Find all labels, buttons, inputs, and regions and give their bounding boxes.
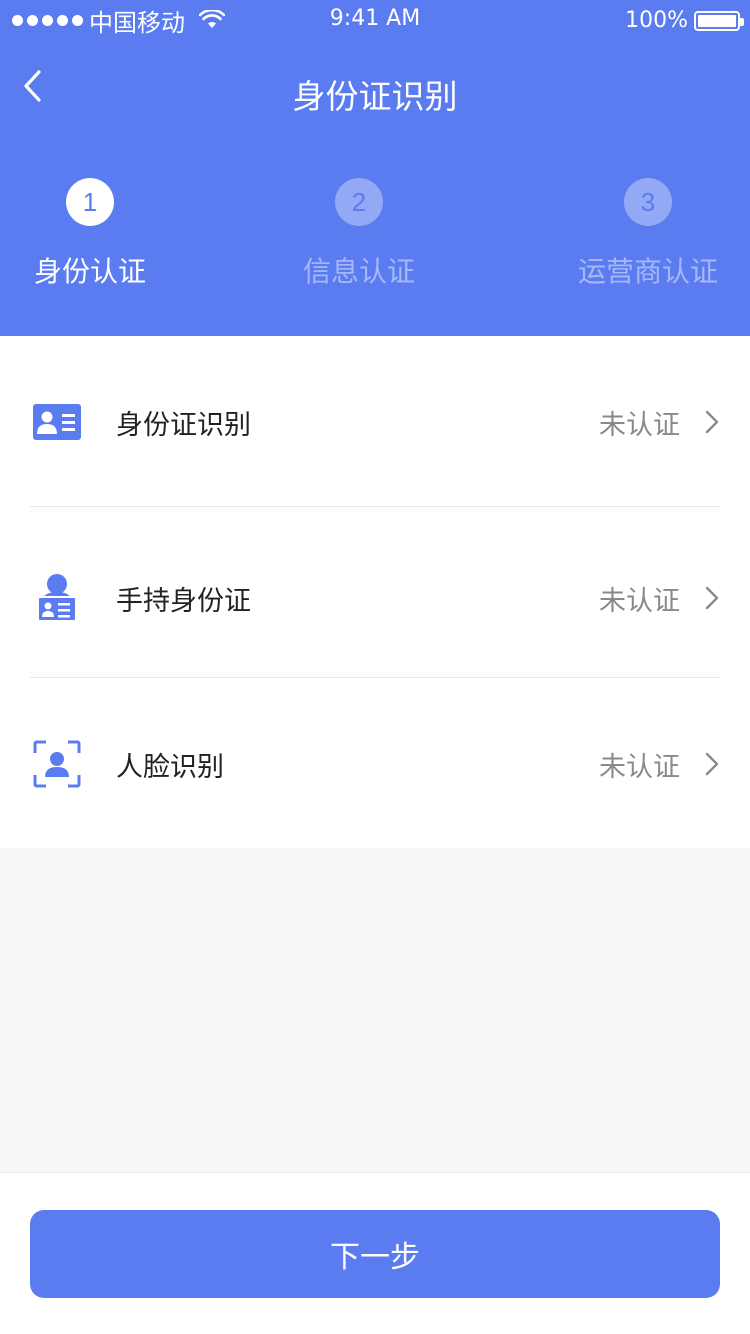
id-card-icon <box>32 397 82 447</box>
battery-percentage: 100% <box>625 8 688 33</box>
list-item-id-card[interactable]: 身份证识别 未认证 <box>0 342 750 502</box>
person-holding-id-icon <box>32 573 82 623</box>
battery-icon <box>694 10 744 31</box>
list-item-face[interactable]: 人脸识别 未认证 <box>0 684 750 844</box>
status-bar: 中国移动 9:41 AM 100% <box>0 0 750 40</box>
step-number-badge: 1 <box>66 178 114 226</box>
list-item-title: 身份证识别 <box>116 409 251 441</box>
step-label: 运营商认证 <box>577 255 718 288</box>
bottom-bar: 下一步 <box>0 1172 750 1334</box>
list-item-hold-id[interactable]: 手持身份证 未认证 <box>0 518 750 678</box>
divider <box>30 677 720 678</box>
status-bar-right: 100% <box>625 8 744 33</box>
divider <box>30 506 720 507</box>
chevron-right-icon <box>705 410 719 434</box>
header: 中国移动 9:41 AM 100% 身份证识别 1 身份认证 2 信息认证 3 … <box>0 0 750 336</box>
face-scan-icon <box>32 739 82 789</box>
chevron-right-icon <box>705 586 719 610</box>
step-identity: 1 身份认证 <box>0 170 200 290</box>
list-item-title: 手持身份证 <box>116 585 251 617</box>
progress-steps: 1 身份认证 2 信息认证 3 运营商认证 <box>0 170 750 300</box>
status-text: 未认证 <box>599 751 680 783</box>
step-carrier: 3 运营商认证 <box>538 170 750 290</box>
next-step-button[interactable]: 下一步 <box>30 1210 720 1298</box>
navigation-bar: 身份证识别 <box>0 40 750 136</box>
list-item-title: 人脸识别 <box>116 751 224 783</box>
step-info: 2 信息认证 <box>249 170 469 290</box>
status-text: 未认证 <box>599 585 680 617</box>
page-title: 身份证识别 <box>292 77 458 116</box>
screen: 中国移动 9:41 AM 100% 身份证识别 1 身份认证 2 信息认证 3 … <box>0 0 750 1334</box>
step-label: 身份认证 <box>33 255 146 288</box>
step-number-badge: 2 <box>335 178 383 226</box>
step-label: 信息认证 <box>302 255 415 288</box>
status-text: 未认证 <box>599 409 680 441</box>
chevron-right-icon <box>705 752 719 776</box>
verification-list: 身份证识别 未认证 手持身份证 未认证 人脸识别 未认证 <box>0 336 750 848</box>
step-number-badge: 3 <box>624 178 672 226</box>
